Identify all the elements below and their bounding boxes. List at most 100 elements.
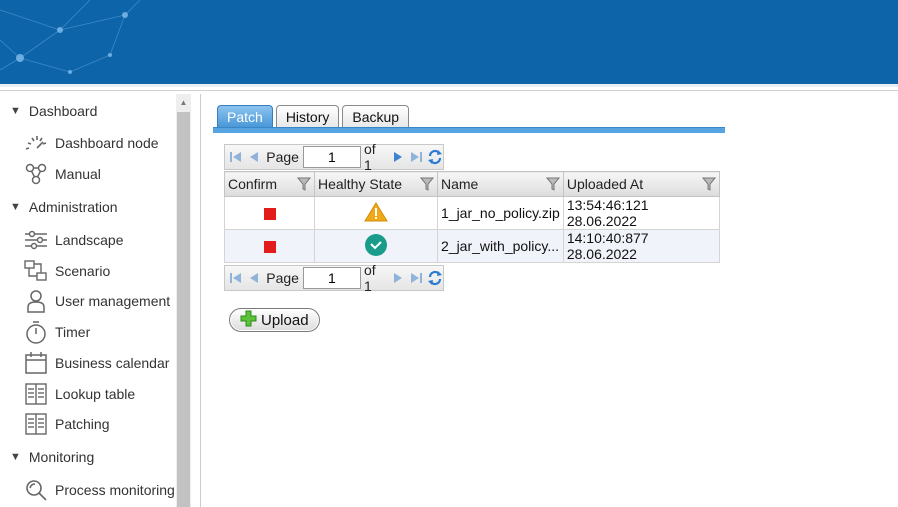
column-label: Uploaded At: [566, 176, 644, 192]
calendar-icon: [24, 351, 48, 375]
magnifier-icon: [24, 478, 48, 502]
red-square-icon[interactable]: [263, 208, 276, 221]
sidebar-item-label: Lookup table: [55, 386, 136, 402]
triangle-down-icon: ▼: [10, 451, 21, 463]
page-count: of 1: [363, 262, 376, 294]
scroll-up-arrow-icon[interactable]: ▲: [176, 94, 191, 110]
table-row[interactable]: 2_jar_with_policy... 14:10:40:877 28.06.…: [224, 229, 720, 263]
upload-button[interactable]: Upload: [229, 308, 320, 332]
sidebar-scrollbar[interactable]: ▲: [176, 94, 191, 507]
healthy-state-cell: [314, 196, 438, 230]
prev-page-icon[interactable]: [247, 149, 263, 165]
column-label: Name: [441, 176, 479, 192]
table-icon: [24, 382, 48, 406]
panel-splitter[interactable]: [191, 94, 201, 507]
sidebar-item-dashboard-node[interactable]: Dashboard node: [24, 129, 159, 157]
column-header-healthy-state[interactable]: Healthy State: [314, 171, 438, 197]
sidebar-item-label: Scenario: [55, 263, 111, 279]
first-page-icon[interactable]: [228, 149, 244, 165]
sidebar: ▼ Dashboard Dashboard node Manual ▼ Admi…: [0, 94, 176, 507]
column-label: Healthy State: [318, 176, 403, 192]
sidebar-item-label: User management: [55, 293, 171, 309]
red-square-icon[interactable]: [263, 241, 276, 254]
flow-icon: [24, 259, 48, 283]
graph-icon: [24, 162, 48, 186]
filter-icon[interactable]: [545, 177, 560, 194]
uploaded-at-cell: 13:54:46:121 28.06.2022: [562, 196, 720, 230]
scroll-thumb[interactable]: [177, 112, 190, 507]
refresh-icon[interactable]: [427, 270, 443, 286]
page-count: of 1: [363, 141, 376, 173]
triangle-down-icon: ▼: [10, 201, 21, 213]
user-icon: [24, 289, 48, 313]
sidebar-item-process-monitoring[interactable]: Process monitoring: [24, 476, 175, 504]
page-label: Page: [266, 270, 299, 286]
sidebar-item-label: Dashboard node: [55, 135, 159, 151]
sidebar-group-dashboard[interactable]: ▼ Dashboard: [10, 98, 97, 124]
sidebar-item-manual[interactable]: Manual: [24, 160, 101, 188]
last-page-icon[interactable]: [408, 149, 424, 165]
next-page-icon[interactable]: [390, 149, 406, 165]
sidebar-item-scenario[interactable]: Scenario: [24, 257, 110, 285]
patch-table: Confirm Healthy State Name Uploaded At 1…: [224, 171, 720, 263]
confirm-cell[interactable]: [224, 196, 315, 230]
first-page-icon[interactable]: [228, 270, 244, 286]
page-input[interactable]: [302, 267, 361, 289]
sidebar-item-label: Landscape: [55, 232, 124, 248]
name-cell: 1_jar_no_policy.zip: [437, 196, 564, 230]
column-header-uploaded-at[interactable]: Uploaded At: [562, 171, 720, 197]
sidebar-group-label: Dashboard: [28, 103, 98, 119]
uploaded-at-cell: 14:10:40:877 28.06.2022: [562, 229, 720, 263]
filter-icon[interactable]: [419, 177, 435, 194]
prev-page-icon[interactable]: [247, 270, 263, 286]
sidebar-item-timer[interactable]: Timer: [24, 318, 90, 346]
tab-strip: Patch History Backup: [217, 105, 412, 127]
table-row[interactable]: 1_jar_no_policy.zip 13:54:46:121 28.06.2…: [224, 196, 720, 230]
last-page-icon[interactable]: [408, 270, 424, 286]
sidebar-item-label: Business calendar: [55, 355, 170, 371]
sidebar-item-business-calendar[interactable]: Business calendar: [24, 349, 169, 377]
header-banner: [0, 0, 898, 84]
column-header-confirm[interactable]: Confirm: [224, 171, 315, 197]
tab-history[interactable]: History: [275, 105, 340, 127]
tab-underline: [213, 127, 725, 133]
sidebar-item-user-management[interactable]: User management: [24, 287, 170, 315]
name-cell: 2_jar_with_policy...: [437, 229, 564, 263]
sliders-icon: [24, 228, 48, 252]
sidebar-group-label: Administration: [28, 199, 118, 215]
triangle-down-icon: ▼: [10, 105, 21, 117]
next-page-icon[interactable]: [390, 270, 406, 286]
sidebar-item-label: Process monitoring: [55, 482, 175, 498]
page-label: Page: [266, 149, 299, 165]
tab-backup[interactable]: Backup: [342, 105, 410, 127]
stopwatch-icon: [24, 320, 48, 344]
confirm-cell[interactable]: [224, 229, 315, 263]
sidebar-group-label: Monitoring: [28, 449, 95, 465]
tab-patch[interactable]: Patch: [217, 105, 273, 127]
sidebar-item-landscape[interactable]: Landscape: [24, 226, 124, 254]
healthy-state-cell: [314, 229, 438, 263]
sidebar-item-lookup-table[interactable]: Lookup table: [24, 380, 135, 408]
warning-icon: [364, 201, 388, 221]
plus-icon: [240, 310, 257, 331]
sidebar-item-label: Timer: [55, 324, 91, 340]
pager-bottom: Page of 1: [224, 262, 444, 294]
sidebar-item-patching[interactable]: Patching: [24, 410, 109, 438]
network-decoration: [0, 0, 141, 74]
refresh-icon[interactable]: [427, 149, 443, 165]
sidebar-item-label: Patching: [55, 416, 110, 432]
sidebar-group-administration[interactable]: ▼ Administration: [10, 194, 118, 220]
check-circle-icon: [365, 233, 387, 256]
filter-icon[interactable]: [296, 177, 312, 194]
column-label: Confirm: [228, 176, 278, 192]
header-separator-2: [0, 87, 898, 91]
gauge-icon: [24, 131, 48, 155]
table-icon: [24, 412, 48, 436]
column-header-name[interactable]: Name: [437, 171, 564, 197]
sidebar-group-monitoring[interactable]: ▼ Monitoring: [10, 444, 94, 470]
pager-top: Page of 1: [224, 141, 444, 173]
upload-label: Upload: [261, 311, 309, 329]
filter-icon[interactable]: [701, 177, 716, 194]
sidebar-item-label: Manual: [55, 166, 101, 182]
page-input[interactable]: [302, 146, 361, 168]
